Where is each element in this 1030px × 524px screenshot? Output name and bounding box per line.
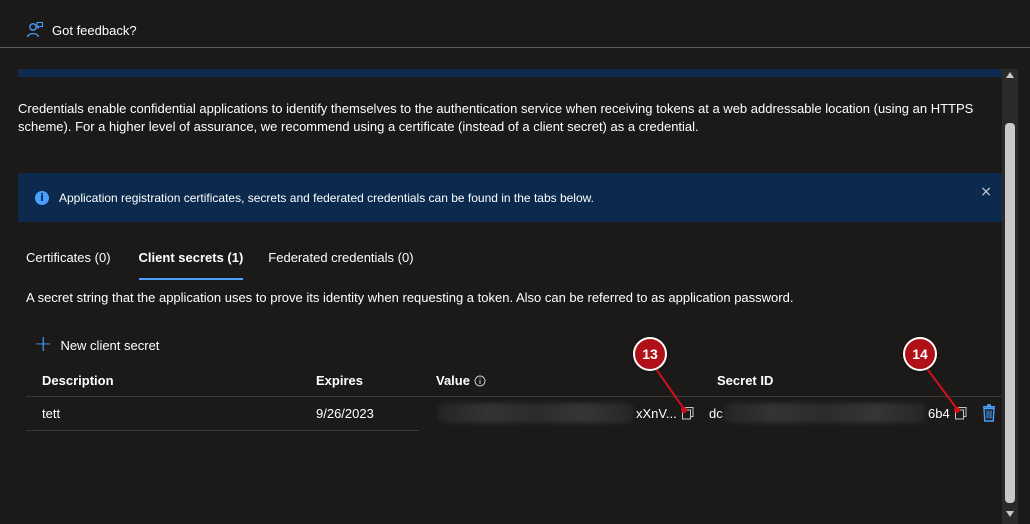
new-client-secret-label: New client secret [60, 337, 160, 353]
scroll-up-arrow-icon[interactable] [1006, 72, 1014, 78]
secret-value-cell: xXnV... [636, 406, 677, 421]
command-bar: Got feedback? [0, 0, 1030, 48]
column-header-value[interactable]: Value [436, 373, 486, 388]
top-stripe [18, 69, 1002, 77]
scroll-thumb[interactable] [1005, 123, 1015, 503]
close-icon[interactable]: × [980, 184, 992, 200]
redacted-secret-value [438, 403, 633, 423]
credentials-description: Credentials enable confidential applicat… [18, 101, 974, 134]
scroll-down-arrow-icon[interactable] [1006, 511, 1014, 517]
annotation-badge-13: 13 [633, 337, 667, 371]
header-separator [26, 396, 1002, 397]
got-feedback-button[interactable]: Got feedback? [26, 21, 137, 39]
secret-id-prefix: dc [709, 406, 723, 421]
copy-value-icon[interactable] [681, 406, 695, 420]
column-header-secret-id[interactable]: Secret ID [717, 373, 773, 388]
annotation-badge-14: 14 [903, 337, 937, 371]
info-icon: i [35, 191, 49, 205]
credential-tabs: Certificates (0) Client secrets (1) Fede… [26, 250, 414, 280]
plus-icon: + [34, 332, 53, 357]
secret-description-cell: tett [42, 406, 61, 421]
tab-federated-credentials[interactable]: Federated credentials (0) [268, 250, 413, 280]
tab-certificates[interactable]: Certificates (0) [26, 250, 111, 280]
got-feedback-label: Got feedback? [52, 22, 137, 38]
secret-id-suffix: 6b4 [928, 406, 950, 421]
info-icon[interactable] [474, 375, 486, 387]
feedback-person-icon [26, 21, 44, 39]
column-header-description[interactable]: Description [42, 373, 114, 388]
credentials-panel: Credentials enable confidential applicat… [18, 69, 1002, 524]
redacted-secret-id [723, 403, 925, 423]
tab-client-secrets[interactable]: Client secrets (1) [138, 250, 243, 280]
column-header-value-label: Value [436, 373, 470, 388]
info-banner-text: Application registration certificates, s… [59, 191, 594, 205]
vertical-scrollbar[interactable] [1002, 69, 1018, 524]
copy-secret-id-icon[interactable] [954, 406, 968, 420]
row-separator [26, 430, 419, 431]
trash-icon[interactable] [982, 404, 996, 422]
new-client-secret-button[interactable]: + New client secret [34, 332, 160, 357]
client-secrets-description: A secret string that the application use… [26, 290, 794, 305]
secret-expires-cell: 9/26/2023 [316, 406, 374, 421]
column-header-expires[interactable]: Expires [316, 373, 363, 388]
info-banner: i Application registration certificates,… [18, 173, 1002, 222]
